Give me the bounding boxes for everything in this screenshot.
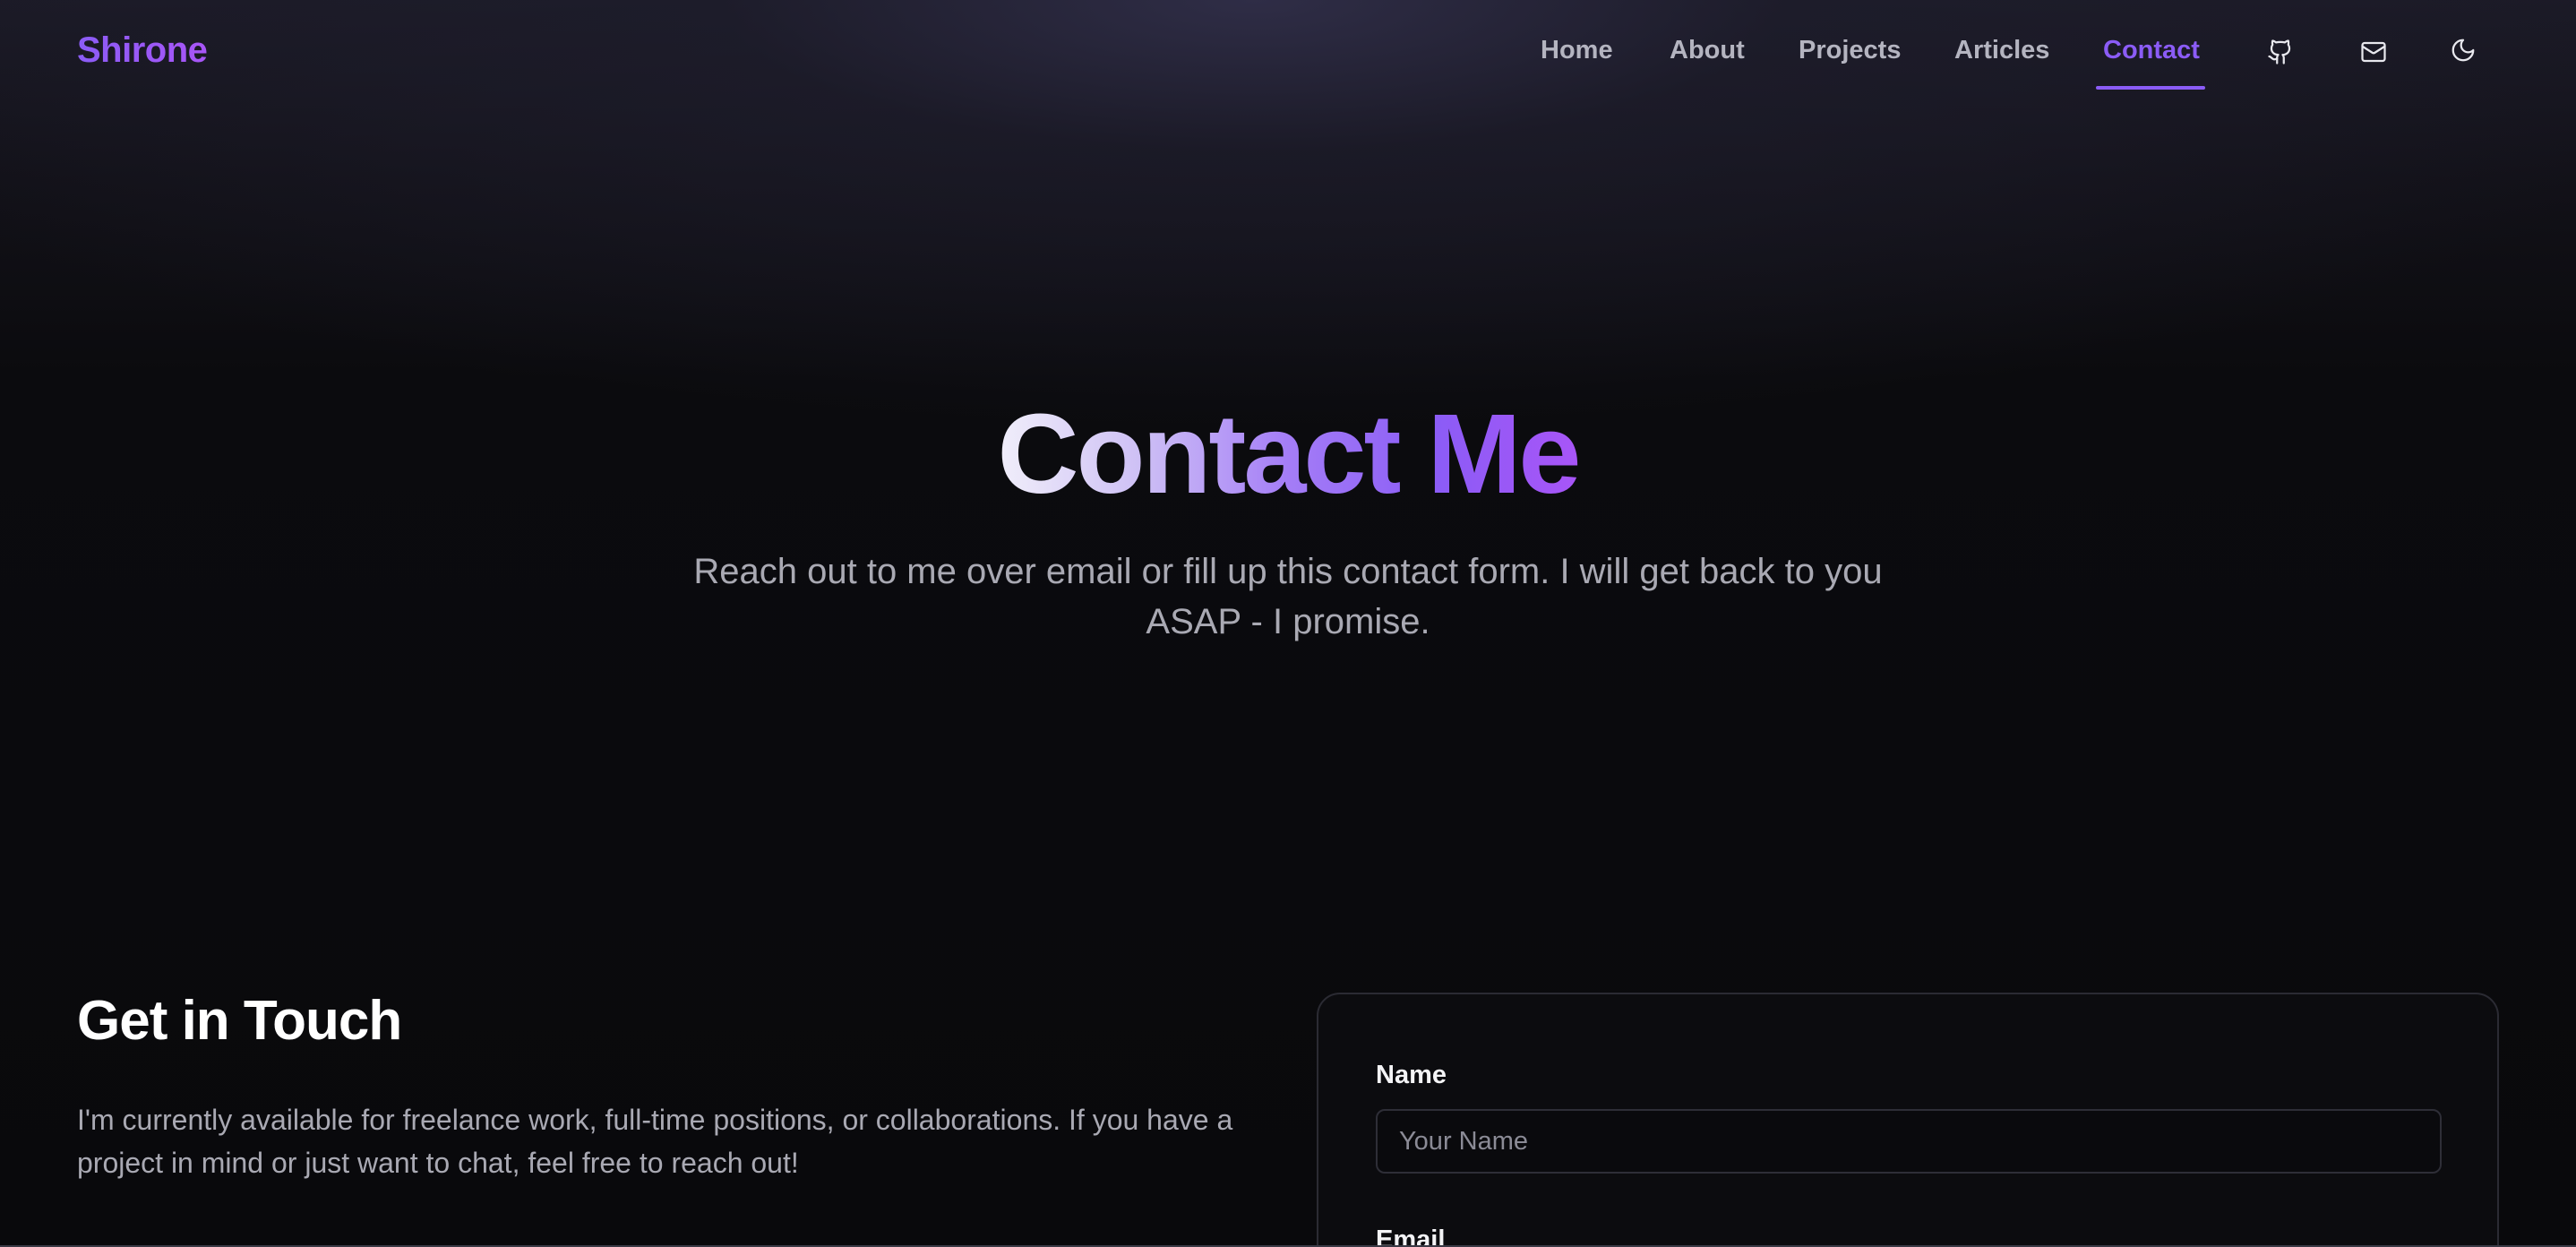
get-in-touch-heading: Get in Touch [77, 990, 402, 1052]
nav-about[interactable]: About [1670, 36, 1745, 65]
active-nav-indicator [2096, 86, 2205, 90]
page: Shirone Home About Projects Articles Con… [0, 0, 2576, 1247]
page-subtitle: Reach out to me over email or fill up th… [693, 552, 1883, 641]
nav-articles[interactable]: Articles [1954, 36, 2049, 65]
nav-contact[interactable]: Contact [2103, 36, 2200, 65]
theme-toggle[interactable] [2445, 32, 2481, 68]
github-icon [2268, 39, 2291, 64]
github-button[interactable] [2263, 34, 2298, 70]
get-in-touch-text: I'm currently available for freelance wo… [77, 1104, 1233, 1179]
page-title: Contact Me [997, 391, 1581, 517]
name-label: Name [1376, 1061, 1447, 1089]
moon-icon [2451, 39, 2475, 62]
nav-projects[interactable]: Projects [1799, 36, 1901, 65]
contact-form: Name Email [1317, 993, 2499, 1247]
email-button[interactable] [2356, 34, 2391, 70]
nav-home[interactable]: Home [1541, 36, 1613, 65]
site-logo[interactable]: Shirone [77, 30, 208, 71]
name-input[interactable] [1376, 1109, 2442, 1174]
mail-icon [2361, 41, 2386, 63]
email-label: Email [1376, 1226, 1446, 1247]
